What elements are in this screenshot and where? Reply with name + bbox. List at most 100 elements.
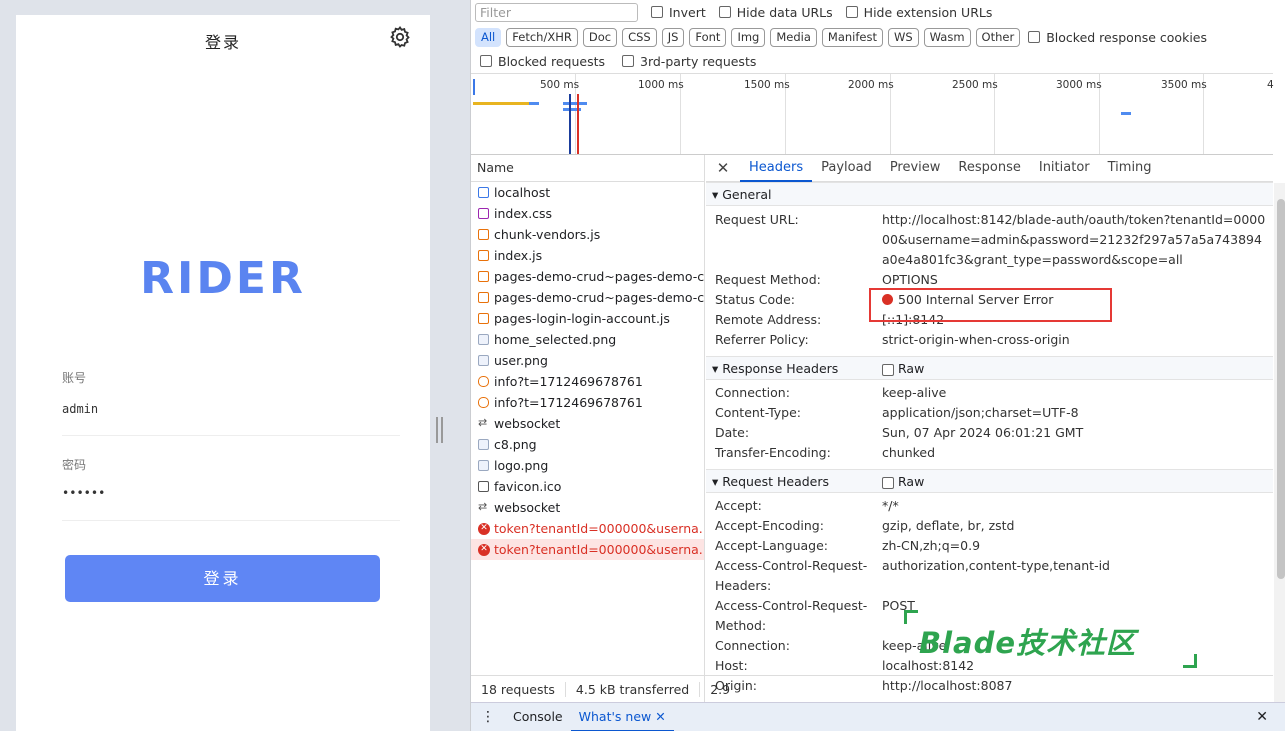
filter-manifest[interactable]: Manifest bbox=[821, 27, 883, 47]
tab-response[interactable]: Response bbox=[949, 155, 1029, 182]
tab-console[interactable]: Console bbox=[505, 703, 571, 731]
request-row[interactable]: pages-demo-crud~pages-demo-c... bbox=[471, 266, 704, 287]
section-title: Request Headers bbox=[722, 474, 830, 489]
response-headers-section-header[interactable]: ▾ Response Headers Raw bbox=[706, 356, 1273, 380]
filter-all[interactable]: All bbox=[475, 27, 502, 47]
header-name: Request Method: bbox=[715, 272, 821, 287]
request-row[interactable]: home_selected.png bbox=[471, 329, 704, 350]
raw-checkbox[interactable] bbox=[882, 363, 894, 376]
request-list: Name localhost index.css chunk-vendors.js i… bbox=[471, 155, 705, 702]
filter-font[interactable]: Font bbox=[689, 27, 727, 47]
request-row[interactable]: ✕ token?tenantId=000000&userna... bbox=[471, 539, 704, 560]
header-value: strict-origin-when-cross-origin bbox=[882, 332, 1070, 347]
request-headers-section-header[interactable]: ▾ Request Headers Raw bbox=[706, 469, 1273, 493]
tab-payload[interactable]: Payload bbox=[812, 155, 881, 182]
filter-doc[interactable]: Doc bbox=[582, 27, 618, 47]
header-value: gzip, deflate, br, zstd bbox=[882, 518, 1015, 533]
resources-size: 2.9 bbox=[710, 681, 731, 697]
timeline-tick: 3000 ms bbox=[1056, 79, 1102, 91]
login-button[interactable]: 登录 bbox=[65, 555, 380, 602]
request-row[interactable]: localhost bbox=[471, 182, 704, 203]
request-row[interactable]: logo.png bbox=[471, 455, 704, 476]
tab-initiator[interactable]: Initiator bbox=[1030, 155, 1099, 182]
request-row[interactable]: chunk-vendors.js bbox=[471, 224, 704, 245]
hide-extension-urls-checkbox[interactable] bbox=[845, 6, 858, 18]
tab-preview[interactable]: Preview bbox=[881, 155, 950, 182]
request-row[interactable]: ⇄ websocket bbox=[471, 413, 704, 434]
invert-checkbox[interactable] bbox=[651, 6, 663, 18]
request-name: localhost bbox=[494, 185, 551, 200]
third-party-checkbox[interactable] bbox=[622, 55, 634, 67]
timeline-tick: 3500 ms bbox=[1161, 79, 1207, 91]
request-name: token?tenantId=000000&userna... bbox=[494, 542, 704, 557]
account-input[interactable]: admin bbox=[62, 402, 98, 416]
css-file-icon bbox=[478, 208, 489, 219]
raw-checkbox[interactable] bbox=[882, 476, 894, 489]
request-name: index.css bbox=[494, 206, 553, 221]
websocket-icon: ⇄ bbox=[478, 500, 488, 513]
filter-media[interactable]: Media bbox=[770, 27, 817, 47]
header-value: keep-alive bbox=[882, 385, 947, 400]
request-row[interactable]: pages-login-login-account.js bbox=[471, 308, 704, 329]
watermark-bracket bbox=[904, 610, 918, 624]
header-row: Request Method: OPTIONS bbox=[706, 270, 1273, 290]
tab-whats-new[interactable]: What's new ✕ bbox=[570, 703, 674, 731]
close-icon[interactable]: ✕ bbox=[655, 709, 665, 724]
blocked-cookies-label: Blocked response cookies bbox=[1046, 29, 1207, 45]
hide-data-urls-checkbox[interactable] bbox=[718, 6, 731, 18]
request-name: websocket bbox=[494, 416, 561, 431]
request-name: c8.png bbox=[494, 437, 537, 452]
filter-input[interactable]: Filter bbox=[475, 2, 638, 22]
request-row[interactable]: info?t=1712469678761 bbox=[471, 371, 704, 392]
tab-headers[interactable]: Headers bbox=[740, 155, 813, 182]
general-section-header[interactable]: ▾ General bbox=[706, 182, 1273, 206]
blocked-cookies-checkbox[interactable] bbox=[1028, 31, 1041, 43]
filter-ws[interactable]: WS bbox=[887, 27, 919, 47]
gear-icon[interactable] bbox=[388, 25, 412, 49]
request-row[interactable]: pages-demo-crud~pages-demo-c... bbox=[471, 287, 704, 308]
tab-timing[interactable]: Timing bbox=[1099, 155, 1161, 182]
name-column-header[interactable]: Name bbox=[471, 155, 704, 182]
transferred-size: 4.5 kB transferred bbox=[566, 681, 701, 697]
request-name: user.png bbox=[494, 353, 548, 368]
scrollbar-thumb[interactable] bbox=[1277, 199, 1285, 579]
request-row[interactable]: index.css bbox=[471, 203, 704, 224]
request-row[interactable]: index.js bbox=[471, 245, 704, 266]
filter-other[interactable]: Other bbox=[975, 27, 1021, 47]
request-row[interactable]: user.png bbox=[471, 350, 704, 371]
filter-css[interactable]: CSS bbox=[622, 27, 657, 47]
timeline-tick: 1500 ms bbox=[744, 79, 790, 91]
filter-fetch-xhr[interactable]: Fetch/XHR bbox=[506, 27, 578, 47]
timeline-bar bbox=[1121, 112, 1131, 115]
request-row[interactable]: info?t=1712469678761 bbox=[471, 392, 704, 413]
close-drawer-icon[interactable]: ✕ bbox=[1256, 709, 1268, 725]
request-row[interactable]: ⇄ websocket bbox=[471, 497, 704, 518]
xhr-file-icon bbox=[478, 376, 489, 387]
timeline-bar bbox=[563, 102, 587, 105]
request-row[interactable]: c8.png bbox=[471, 434, 704, 455]
tab-whats-new-label: What's new bbox=[578, 708, 652, 724]
close-icon[interactable]: ✕ bbox=[706, 159, 740, 177]
password-input[interactable]: •••••• bbox=[62, 486, 105, 500]
header-row: Access-Control-Request-Headers: authoriza… bbox=[706, 556, 1273, 596]
request-name: pages-demo-crud~pages-demo-c... bbox=[494, 290, 704, 305]
request-name: home_selected.png bbox=[494, 332, 617, 347]
request-name: pages-login-login-account.js bbox=[494, 311, 670, 326]
timeline-bar bbox=[473, 102, 529, 105]
header-name: Accept-Language: bbox=[715, 538, 829, 553]
filter-wasm[interactable]: Wasm bbox=[923, 27, 971, 47]
request-row[interactable]: favicon.ico bbox=[471, 476, 704, 497]
scrollbar[interactable] bbox=[1274, 183, 1285, 702]
resize-handle[interactable] bbox=[436, 417, 443, 443]
blocked-requests-checkbox[interactable] bbox=[480, 55, 492, 67]
js-file-icon bbox=[478, 313, 489, 324]
more-vert-icon[interactable]: ⋮ bbox=[471, 709, 505, 725]
header-name: Request URL: bbox=[715, 212, 799, 227]
timeline-overview[interactable]: 500 ms 1000 ms 1500 ms 2000 ms 2500 ms 3… bbox=[471, 73, 1274, 155]
other-file-icon bbox=[478, 481, 489, 492]
filter-img[interactable]: Img bbox=[731, 27, 766, 47]
header-row: Referrer Policy: strict-origin-when-cross… bbox=[706, 330, 1273, 350]
filter-js[interactable]: JS bbox=[661, 27, 685, 47]
header-row: Accept-Encoding: gzip, deflate, br, zstd bbox=[706, 516, 1273, 536]
request-row[interactable]: ✕ token?tenantId=000000&userna... bbox=[471, 518, 704, 539]
